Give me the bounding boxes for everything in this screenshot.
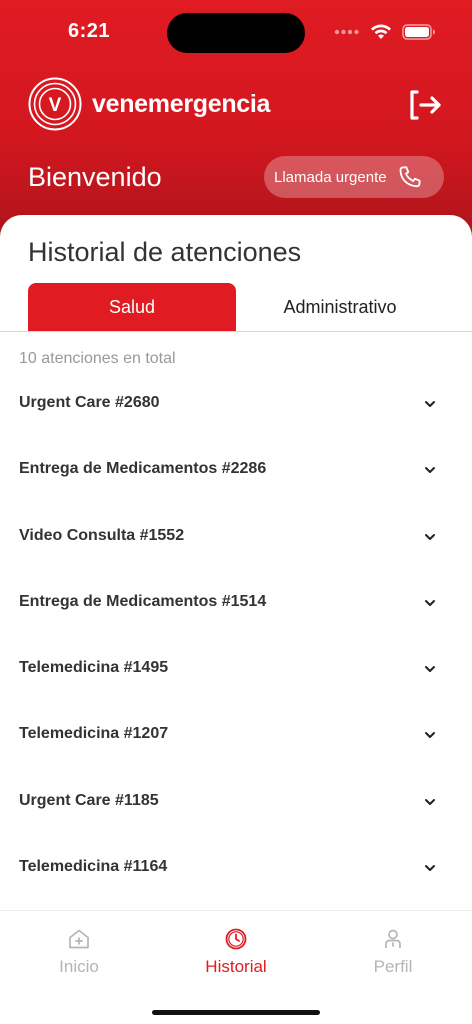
nav-inicio[interactable]: Inicio (19, 927, 139, 977)
item-label: Urgent Care #1185 (19, 791, 159, 809)
list-item[interactable]: Video Consulta #1552 (0, 513, 472, 579)
list-item[interactable]: Telemedicina #1164 (0, 844, 472, 910)
nav-historial[interactable]: Historial (176, 927, 296, 977)
dynamic-island (167, 13, 305, 53)
item-label: Entrega de Medicamentos #1514 (19, 592, 267, 610)
page-title: Historial de atenciones (28, 237, 302, 267)
tab-administrativo[interactable]: Administrativo (236, 283, 444, 331)
welcome-text: Bienvenido (28, 162, 162, 192)
list-item[interactable]: Entrega de Medicamentos #2286 (0, 446, 472, 512)
list-item[interactable]: Entrega de Medicamentos #1514 (0, 579, 472, 645)
signal-icon (334, 29, 359, 35)
chevron-down-icon (425, 732, 435, 739)
status-time: 6:21 (68, 20, 111, 42)
tab-divider (0, 331, 472, 332)
chevron-down-icon (425, 865, 435, 872)
chevron-down-icon (425, 666, 435, 673)
home-indicator (152, 1010, 320, 1015)
list-item[interactable]: Urgent Care #2680 (0, 380, 472, 446)
status-bar: 6:21 (0, 0, 472, 64)
item-label: Telemedicina #1207 (19, 725, 169, 743)
total-count: 10 atenciones en total (19, 350, 176, 367)
list-item[interactable]: Telemedicina #1495 (0, 645, 472, 711)
urgent-call-button[interactable]: Llamada urgente (264, 156, 444, 198)
item-label: Entrega de Medicamentos #2286 (19, 460, 267, 478)
svg-text:V: V (49, 95, 62, 116)
chevron-down-icon (425, 533, 435, 540)
clock-icon (225, 928, 247, 950)
bottom-nav: Inicio Historial Perfil (0, 910, 472, 1024)
logout-icon[interactable] (408, 89, 442, 121)
nav-perfil[interactable]: Perfil (333, 927, 453, 977)
chevron-down-icon (425, 798, 435, 805)
nav-label: Historial (205, 957, 267, 976)
chevron-down-icon (425, 401, 435, 407)
item-label: Urgent Care #2680 (19, 394, 160, 411)
chevron-down-icon (425, 467, 435, 474)
wifi-icon (371, 24, 391, 39)
tab-salud[interactable]: Salud (28, 283, 236, 331)
item-label: Telemedicina #1495 (19, 659, 169, 677)
item-label: Video Consulta #1552 (19, 526, 185, 544)
user-icon (385, 929, 401, 948)
app-header: 6:21 V venemergencia Bienvenido Llamada … (0, 0, 472, 250)
history-card: Historial de atenciones Salud Administra… (0, 215, 472, 1024)
nav-label: Inicio (59, 957, 99, 976)
home-icon (69, 929, 89, 949)
urgent-call-label: Llamada urgente (274, 168, 387, 186)
list-item[interactable]: Urgent Care #1185 (0, 778, 472, 844)
phone-icon (399, 166, 421, 188)
battery-icon (402, 24, 435, 40)
nav-label: Perfil (373, 957, 413, 976)
history-list: Urgent Care #2680 Entrega de Medicamento… (0, 380, 472, 910)
brand-name: venemergencia (92, 89, 271, 118)
list-item[interactable]: Telemedicina #1207 (0, 711, 472, 777)
chevron-down-icon (425, 599, 435, 606)
status-icons (334, 20, 436, 44)
logo-icon: V (28, 77, 82, 131)
brand-logo: V venemergencia (28, 77, 270, 131)
item-label: Telemedicina #1164 (19, 858, 168, 876)
history-tabs: Salud Administrativo (28, 283, 444, 331)
